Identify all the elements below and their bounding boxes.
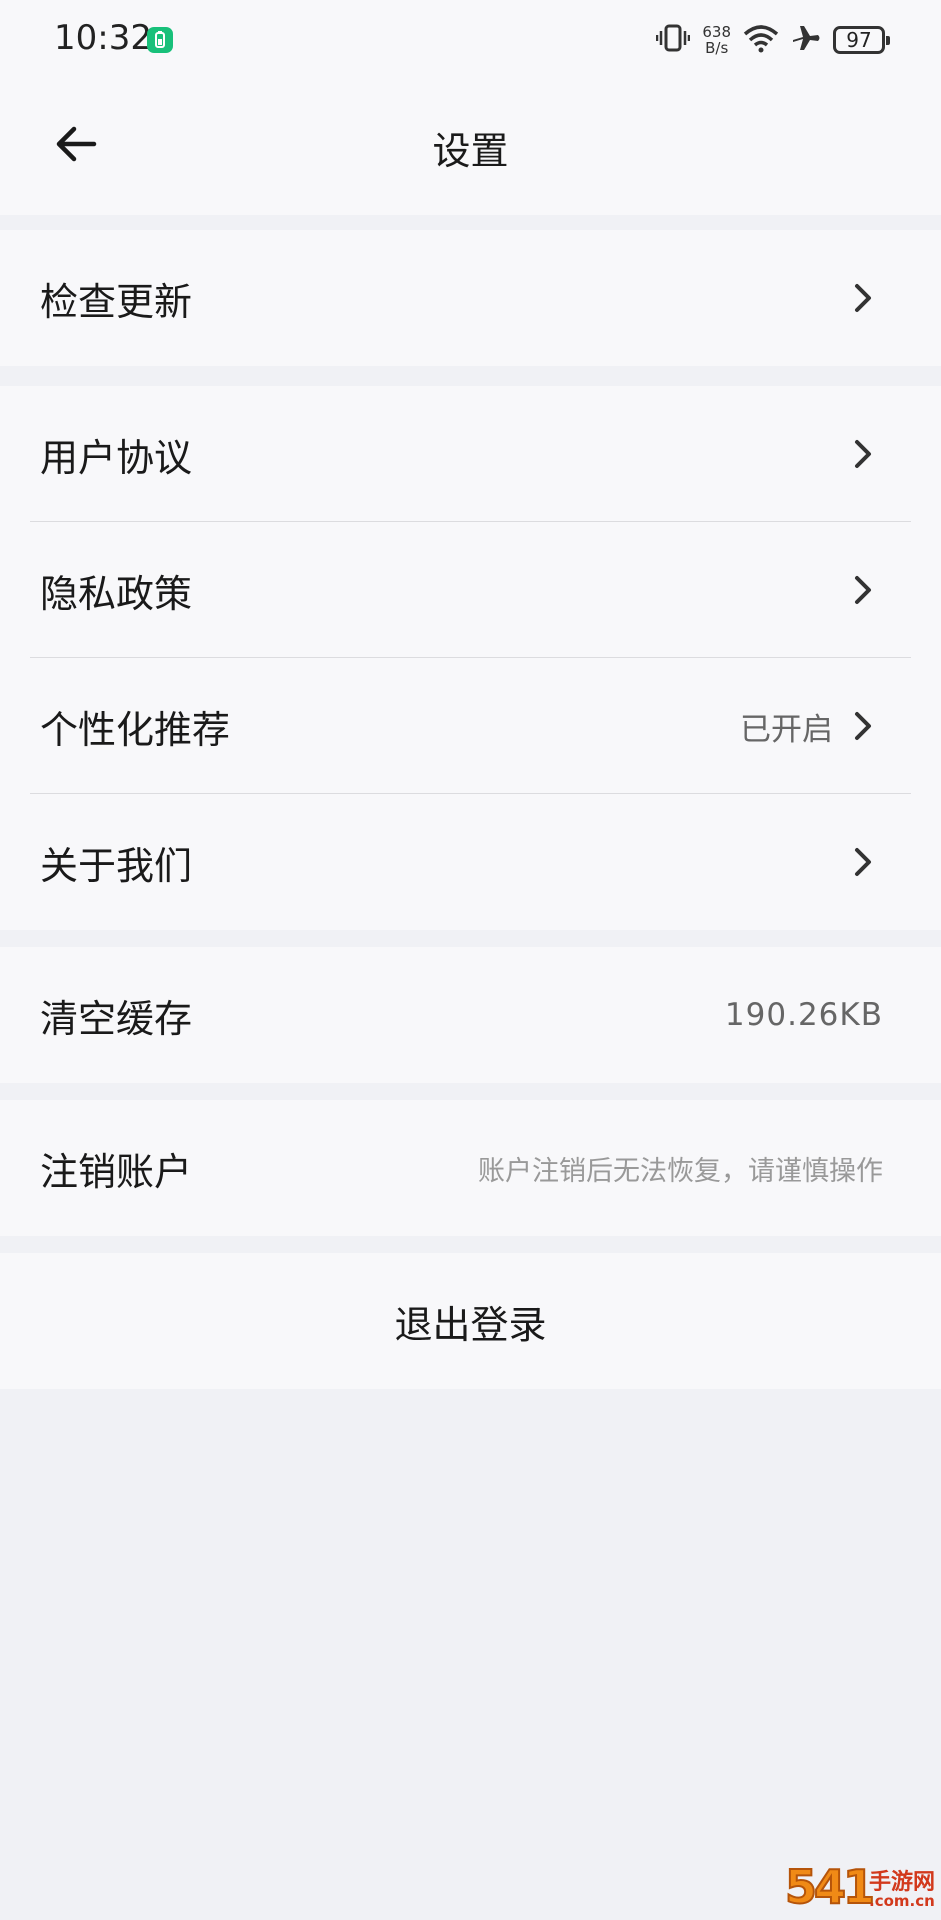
- settings-page: 10:32 638 B/s 97 设置 检查更新 用户协议 隐私政策 个性化推荐…: [0, 0, 941, 1920]
- status-bar: 10:32 638 B/s 97: [0, 0, 941, 80]
- section-update: 检查更新: [0, 230, 941, 366]
- status-icons: 638 B/s 97: [656, 20, 890, 60]
- user-agreement-label: 用户协议: [40, 435, 193, 480]
- clear-cache-row[interactable]: 清空缓存 190.26KB: [0, 947, 941, 1083]
- cancel-account-row[interactable]: 注销账户 账户注销后无法恢复，请谨慎操作: [0, 1100, 941, 1236]
- chevron-right-icon: [847, 706, 879, 746]
- cancel-account-label: 注销账户: [40, 1149, 193, 1194]
- cache-size: 190.26KB: [724, 997, 883, 1033]
- chevron-right-icon: [847, 842, 879, 882]
- section-logout: 退出登录: [0, 1253, 941, 1389]
- personalized-recommend-label: 个性化推荐: [40, 707, 231, 752]
- logout-label: 退出登录: [394, 1302, 547, 1347]
- privacy-policy-row[interactable]: 隐私政策: [0, 522, 941, 658]
- check-update-label: 检查更新: [40, 279, 193, 324]
- chevron-right-icon: [847, 570, 879, 610]
- about-us-label: 关于我们: [40, 843, 193, 888]
- battery-level: 97: [846, 28, 872, 52]
- battery-icon: 97: [833, 26, 890, 54]
- net-speed-unit: B/s: [705, 39, 729, 57]
- page-title: 设置: [432, 129, 509, 173]
- cancel-account-hint: 账户注销后无法恢复，请谨慎操作: [478, 1155, 883, 1187]
- watermark-domain: .com.cn: [869, 1892, 935, 1910]
- wifi-icon: [743, 23, 779, 57]
- privacy-policy-label: 隐私政策: [40, 571, 193, 616]
- logout-button[interactable]: 退出登录: [0, 1253, 941, 1389]
- chevron-right-icon: [847, 278, 879, 318]
- user-agreement-row[interactable]: 用户协议: [0, 386, 941, 522]
- airplane-icon: [791, 23, 821, 57]
- chevron-right-icon: [847, 434, 879, 474]
- vibrate-icon: [656, 23, 691, 57]
- section-cache: 清空缓存 190.26KB: [0, 947, 941, 1083]
- net-speed: 638 B/s: [702, 24, 731, 56]
- personalized-recommend-status: 已开启: [740, 711, 833, 748]
- charging-icon: [147, 27, 173, 53]
- about-us-row[interactable]: 关于我们: [0, 794, 941, 930]
- check-update-row[interactable]: 检查更新: [0, 230, 941, 366]
- header: 设置: [0, 90, 941, 202]
- watermark-number: 541: [784, 1859, 876, 1915]
- section-cancel-account: 注销账户 账户注销后无法恢复，请谨慎操作: [0, 1100, 941, 1236]
- status-time: 10:32: [54, 18, 152, 58]
- top-area: 10:32 638 B/s 97 设置: [0, 0, 941, 215]
- section-info: 用户协议 隐私政策 个性化推荐 已开启 关于我们: [0, 386, 941, 930]
- clear-cache-label: 清空缓存: [40, 996, 193, 1041]
- personalized-recommend-row[interactable]: 个性化推荐 已开启: [0, 658, 941, 794]
- watermark-logo: 541 手游网 .com.cn: [784, 1859, 935, 1916]
